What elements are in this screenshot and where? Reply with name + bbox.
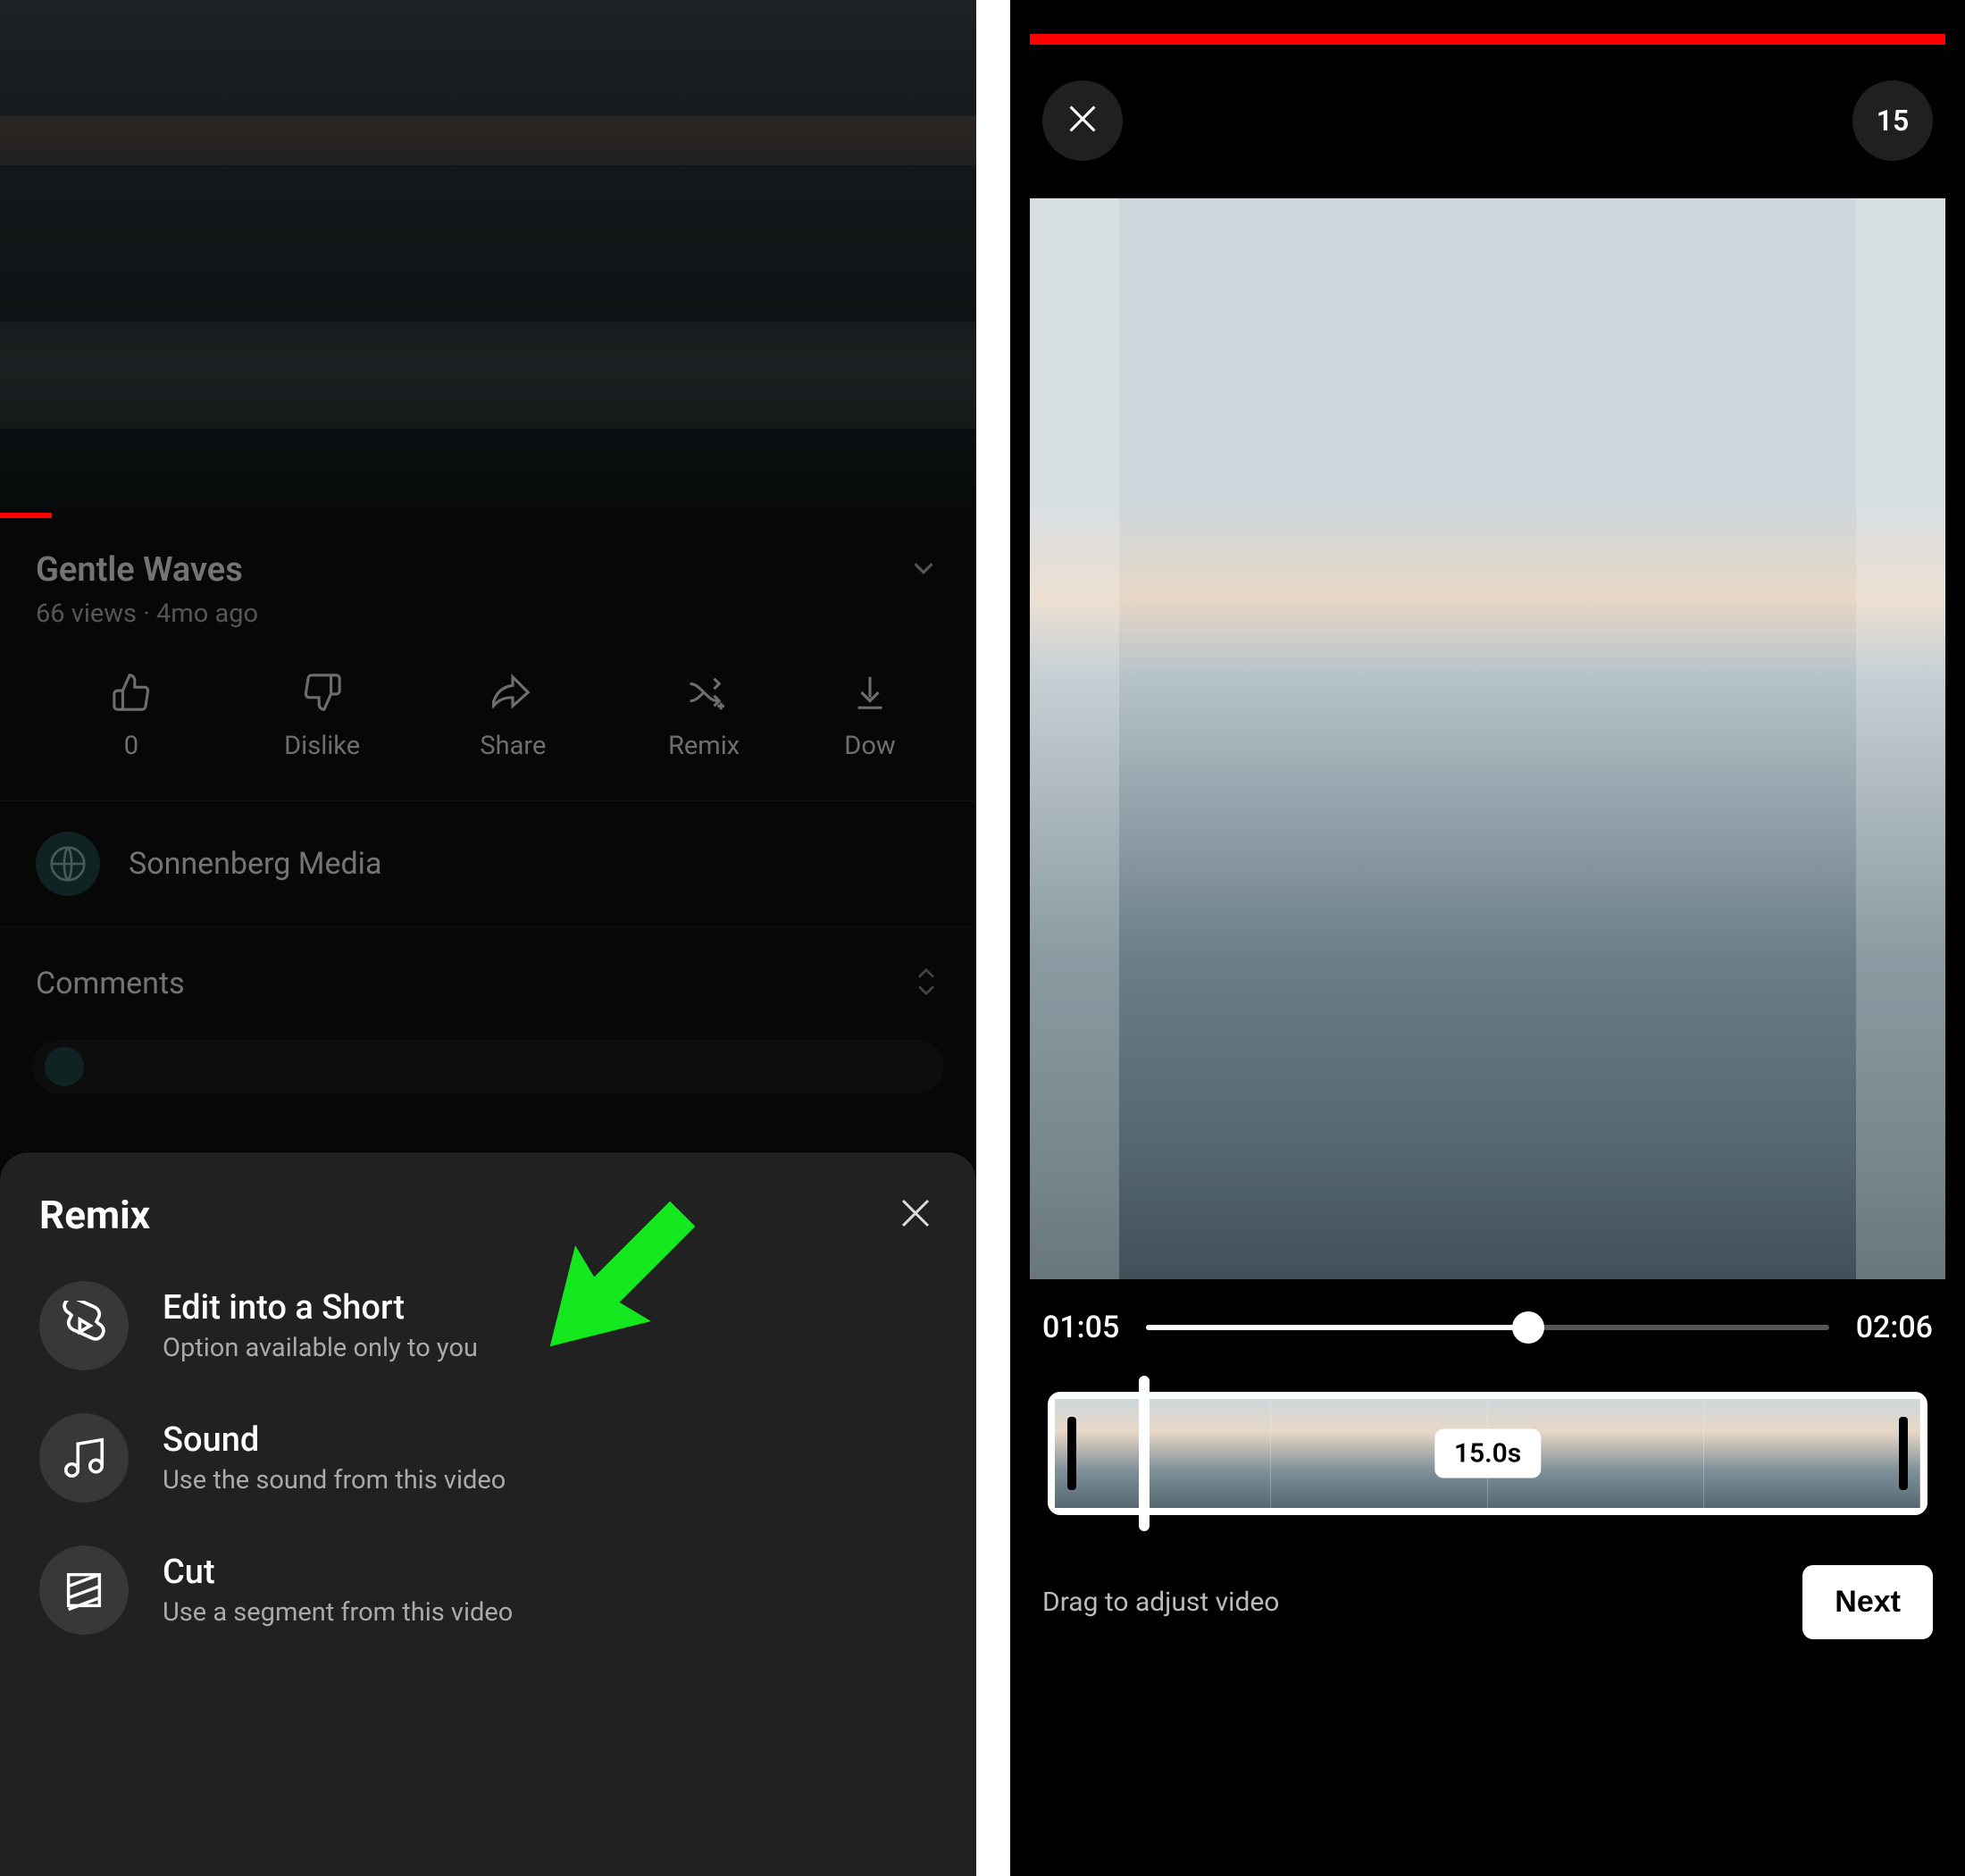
seek-bar: 01:05 02:06 [1010, 1279, 1965, 1376]
user-avatar-icon [45, 1047, 84, 1086]
action-bar: 0 Dislike Share [36, 670, 941, 761]
option-title: Sound [163, 1420, 506, 1460]
seek-handle[interactable] [1512, 1311, 1544, 1344]
close-icon[interactable] [894, 1192, 937, 1238]
option-edit-into-short[interactable]: Edit into a Short Option available only … [39, 1281, 937, 1370]
option-title: Edit into a Short [163, 1288, 478, 1327]
next-button[interactable]: Next [1802, 1565, 1933, 1639]
video-watch-screen: Gentle Waves 66 views · 4mo ago 0 [0, 0, 976, 1876]
remix-label: Remix [668, 731, 740, 761]
thumbs-down-icon [302, 670, 343, 715]
share-label: Share [480, 731, 546, 761]
option-subtitle: Use a segment from this video [163, 1597, 513, 1628]
like-count: 0 [124, 731, 138, 761]
dislike-button[interactable]: Dislike [227, 670, 418, 761]
trim-duration-chip: 15.0s [1434, 1429, 1541, 1478]
download-label: Dow [844, 731, 895, 761]
download-icon [849, 670, 891, 715]
crop-mask-right [1856, 198, 1945, 1279]
option-cut[interactable]: Cut Use a segment from this video [39, 1545, 937, 1635]
option-subtitle: Use the sound from this video [163, 1465, 506, 1495]
trim-playhead[interactable] [1139, 1376, 1150, 1531]
annotation-arrow-icon [500, 1168, 732, 1392]
crop-mask-left [1030, 198, 1119, 1279]
close-button[interactable] [1042, 80, 1123, 161]
cut-icon [39, 1545, 129, 1635]
share-button[interactable]: Share [418, 670, 609, 761]
video-meta: 66 views · 4mo ago [36, 599, 941, 629]
channel-name: Sonnenberg Media [129, 846, 381, 882]
duration-value: 15 [1877, 104, 1910, 138]
video-preview[interactable] [1030, 198, 1945, 1279]
option-subtitle: Option available only to you [163, 1333, 478, 1363]
time-current: 01:05 [1042, 1310, 1119, 1345]
sheet-title: Remix [39, 1192, 150, 1238]
video-player[interactable] [0, 0, 976, 518]
duration-button[interactable]: 15 [1852, 80, 1933, 161]
sort-toggle-icon[interactable] [912, 961, 941, 1006]
trim-handle-right[interactable] [1899, 1417, 1908, 1490]
remix-sheet: Remix Edit into a Short Option available… [0, 1152, 976, 1876]
close-icon [1062, 98, 1103, 143]
seek-track[interactable] [1146, 1325, 1828, 1330]
trim-handle-left[interactable] [1067, 1417, 1076, 1490]
short-editor-screen: 15 01:05 02:06 15.0s [1010, 0, 1965, 1876]
drag-hint: Drag to adjust video [1042, 1587, 1279, 1618]
channel-row[interactable]: Sonnenberg Media [0, 800, 976, 927]
option-title: Cut [163, 1553, 513, 1592]
progress-bar[interactable] [0, 513, 52, 518]
add-comment-input[interactable] [32, 1040, 944, 1093]
chevron-down-icon[interactable] [907, 551, 941, 589]
comments-header-row[interactable]: Comments [0, 927, 976, 1024]
recording-progress-bar [1030, 34, 1945, 45]
remix-icon [683, 670, 724, 715]
music-icon [39, 1413, 129, 1503]
thumbs-up-icon [111, 670, 152, 715]
comments-label: Comments [36, 966, 185, 1001]
trim-timeline[interactable]: 15.0s [1030, 1392, 1945, 1515]
like-button[interactable]: 0 [36, 670, 227, 761]
time-total: 02:06 [1856, 1310, 1933, 1345]
option-sound[interactable]: Sound Use the sound from this video [39, 1413, 937, 1503]
channel-avatar-icon [36, 832, 100, 896]
share-icon [492, 670, 533, 715]
download-button[interactable]: Dow [799, 670, 941, 761]
remix-button[interactable]: Remix [608, 670, 799, 761]
shorts-icon [39, 1281, 129, 1370]
dislike-label: Dislike [284, 731, 360, 761]
video-title: Gentle Waves [36, 550, 243, 590]
